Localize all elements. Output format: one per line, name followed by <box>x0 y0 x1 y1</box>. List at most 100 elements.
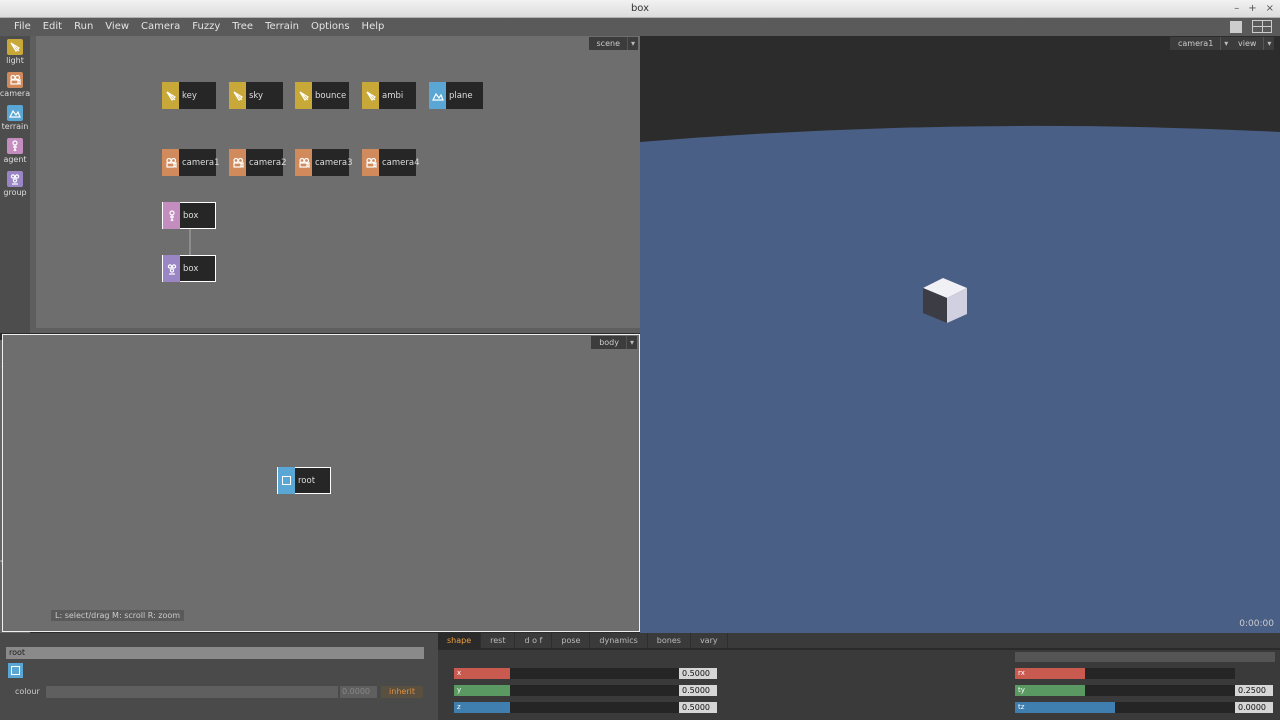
ty-value[interactable]: 0.2500 <box>1235 685 1273 696</box>
menu-file[interactable]: File <box>8 18 37 36</box>
tab-rest[interactable]: rest <box>481 633 516 648</box>
camera-icon <box>162 149 179 176</box>
split-view-icon[interactable] <box>1252 20 1272 33</box>
scene-node-camera1[interactable]: camera1 <box>162 149 220 176</box>
scene-node-label: plane <box>449 90 473 101</box>
light-icon <box>162 82 179 109</box>
name-field[interactable]: root <box>6 647 424 659</box>
y-value[interactable]: 0.5000 <box>679 685 717 696</box>
agent-icon <box>7 138 23 154</box>
camera-icon <box>295 149 312 176</box>
root-node-label: root <box>298 475 316 486</box>
tab-dynamics[interactable]: dynamics <box>590 633 648 648</box>
body-type-icon[interactable] <box>8 663 23 678</box>
scene-panel-divider[interactable] <box>30 36 36 333</box>
group-icon <box>163 255 180 282</box>
scene-node-camera3[interactable]: camera3 <box>295 149 353 176</box>
z-value[interactable]: 0.5000 <box>679 702 717 713</box>
scene-node-bounce[interactable]: bounce <box>295 82 349 109</box>
scene-node-camera2[interactable]: camera2 <box>229 149 287 176</box>
sphere-icon <box>278 467 295 494</box>
close-icon[interactable]: × <box>1266 0 1274 18</box>
tool-label: camera <box>0 89 31 98</box>
menu-camera[interactable]: Camera <box>135 18 186 36</box>
scene-node-label: bounce <box>315 90 347 101</box>
tool-1[interactable]: camera <box>0 69 30 102</box>
colour-value[interactable]: 0.0000 <box>340 686 377 698</box>
maximize-icon[interactable]: + <box>1248 0 1256 18</box>
properties-left: root colour 0.0000 inherit <box>0 633 438 720</box>
viewport-3d[interactable]: camera1 view 0:00:00 <box>640 36 1280 633</box>
properties-area: root colour 0.0000 inherit shape rest d … <box>0 633 1280 720</box>
tab-bones[interactable]: bones <box>647 633 691 648</box>
camera-icon <box>362 149 379 176</box>
tab-dof[interactable]: d o f <box>515 633 553 648</box>
menu-terrain[interactable]: Terrain <box>259 18 305 36</box>
rx-slider[interactable]: rx <box>1015 668 1235 679</box>
ty-slider[interactable]: ty <box>1015 685 1235 696</box>
tool-4[interactable]: group <box>0 168 30 201</box>
light-icon <box>362 82 379 109</box>
right-header-bar <box>1015 652 1275 662</box>
minimize-icon[interactable]: – <box>1234 0 1239 18</box>
scene-node-label: camera3 <box>315 157 353 168</box>
scene-node-plane[interactable]: plane <box>429 82 483 109</box>
tz-slider[interactable]: tz <box>1015 702 1235 713</box>
root-node[interactable]: root <box>277 467 331 494</box>
tab-pose[interactable]: pose <box>552 633 591 648</box>
menu-run[interactable]: Run <box>68 18 99 36</box>
scene-node-box[interactable]: box <box>162 255 216 282</box>
viewport-scene <box>640 125 1280 633</box>
menu-tree[interactable]: Tree <box>226 18 259 36</box>
menu-fuzzy[interactable]: Fuzzy <box>186 18 226 36</box>
scene-node-camera4[interactable]: camera4 <box>362 149 420 176</box>
tz-value[interactable]: 0.0000 <box>1235 702 1273 713</box>
tool-label: agent <box>3 155 27 164</box>
body-dropdown[interactable]: body <box>591 336 637 349</box>
light-icon <box>295 82 312 109</box>
z-slider[interactable]: z <box>454 702 680 713</box>
camera-icon <box>7 72 23 88</box>
menu-options[interactable]: Options <box>305 18 356 36</box>
tool-label: terrain <box>1 122 29 131</box>
camera-dropdown[interactable]: camera1 <box>1170 37 1232 50</box>
tool-3[interactable]: agent <box>0 135 30 168</box>
y-slider[interactable]: y <box>454 685 680 696</box>
properties-main: shape rest d o f pose dynamics bones var… <box>438 633 1280 720</box>
light-icon <box>7 39 23 55</box>
scene-node-sky[interactable]: sky <box>229 82 283 109</box>
window-titlebar: box – + × <box>0 0 1280 18</box>
x-value[interactable]: 0.5000 <box>679 668 717 679</box>
x-slider[interactable]: x <box>454 668 680 679</box>
scene-panel-bottom <box>30 328 640 333</box>
scene-toolbar: light camera terrain agent group <box>0 36 30 333</box>
scene-panel[interactable]: scene keyskybounceambiplanecamera1camera… <box>36 36 640 328</box>
scene-node-label: ambi <box>382 90 404 101</box>
node-link <box>189 229 191 256</box>
menu-bar: File Edit Run View Camera Fuzzy Tree Ter… <box>0 18 1280 36</box>
tool-0[interactable]: light <box>0 36 30 69</box>
scene-node-box[interactable]: box <box>162 202 216 229</box>
tab-vary[interactable]: vary <box>690 633 728 648</box>
terrain-icon <box>7 105 23 121</box>
single-view-icon[interactable] <box>1230 21 1242 33</box>
tool-2[interactable]: terrain <box>0 102 30 135</box>
window-controls: – + × <box>1234 0 1274 18</box>
menu-view[interactable]: View <box>99 18 135 36</box>
scene-node-key[interactable]: key <box>162 82 216 109</box>
menu-help[interactable]: Help <box>356 18 391 36</box>
body-panel[interactable]: body root L: select/drag M: scroll R: zo… <box>2 334 640 632</box>
scene-node-label: camera1 <box>182 157 220 168</box>
menu-edit[interactable]: Edit <box>37 18 68 36</box>
tool-label: light <box>6 56 24 65</box>
scene-node-ambi[interactable]: ambi <box>362 82 416 109</box>
tab-shape[interactable]: shape <box>438 633 482 648</box>
colour-swatch[interactable] <box>46 686 338 698</box>
tool-label: group <box>3 188 27 197</box>
terrain-icon <box>429 82 446 109</box>
timecode: 0:00:00 <box>1239 619 1274 629</box>
view-dropdown[interactable]: view <box>1230 37 1275 50</box>
camera-icon <box>229 149 246 176</box>
scene-node-label: box <box>183 263 199 274</box>
inherit-button[interactable]: inherit <box>381 686 423 698</box>
